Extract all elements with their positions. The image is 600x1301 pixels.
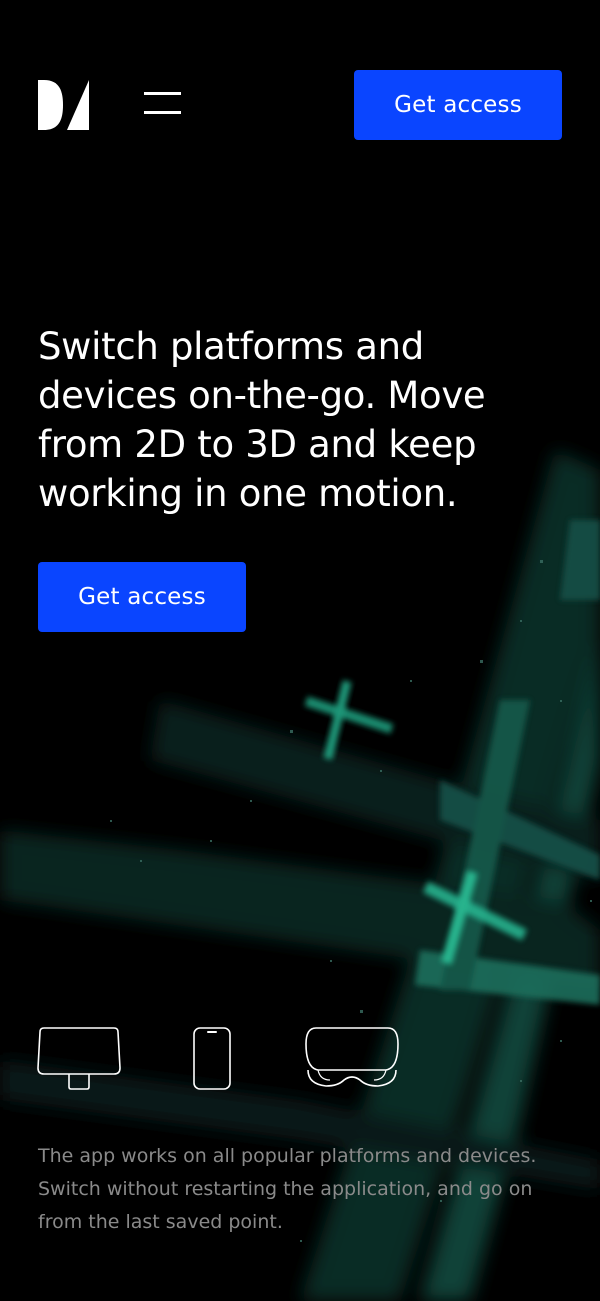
vr-headset-icon <box>305 1027 399 1087</box>
logo-mark[interactable] <box>38 80 90 130</box>
hero-get-access-button[interactable]: Get access <box>38 562 246 632</box>
menu-line-bottom <box>144 111 181 114</box>
device-icons-row <box>36 1024 406 1096</box>
monitor-icon <box>37 1027 121 1090</box>
background-grid-art <box>0 450 600 1301</box>
phone-icon <box>193 1027 231 1090</box>
hero-headline: Switch platforms and devices on-the-go. … <box>38 325 486 515</box>
menu-line-top <box>144 92 181 95</box>
header-get-access-button[interactable]: Get access <box>354 70 562 140</box>
landing-page: Get access Switch platforms and devices … <box>0 0 600 1301</box>
hamburger-menu-icon[interactable] <box>140 88 184 120</box>
platform-description: The app works on all popular platforms a… <box>38 1145 537 1233</box>
